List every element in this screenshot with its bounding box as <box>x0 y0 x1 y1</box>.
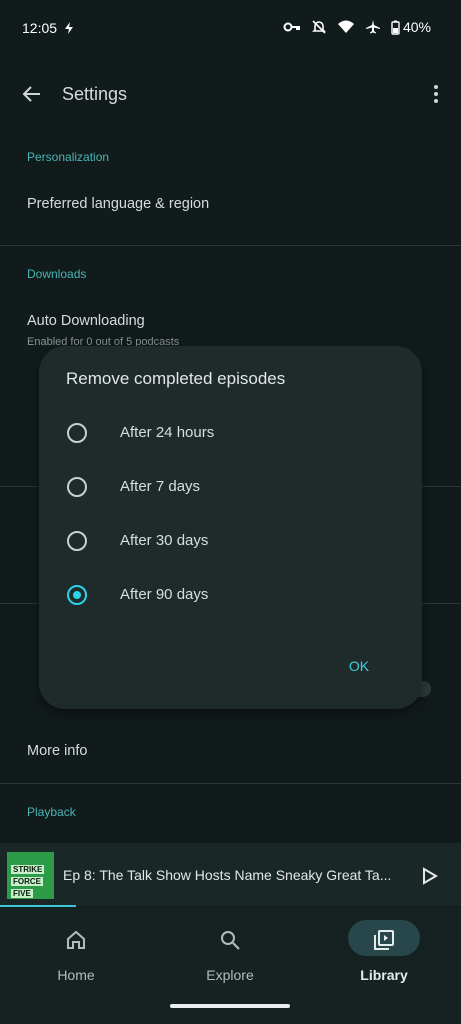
remove-episodes-dialog: Remove completed episodes After 24 hours… <box>39 346 422 709</box>
status-time: 12:05 <box>22 20 58 36</box>
radio-button[interactable] <box>67 423 87 443</box>
more-vert-icon[interactable] <box>424 82 448 106</box>
notifications-off-icon <box>312 20 326 34</box>
section-downloads: Downloads <box>27 267 87 281</box>
section-playback: Playback <box>27 805 76 819</box>
status-bar: 12:05 40% <box>0 0 461 60</box>
status-icons: 40% <box>283 19 431 35</box>
home-indicator[interactable] <box>170 1004 290 1008</box>
signal-icon <box>65 22 73 34</box>
option-90-days[interactable]: After 90 days <box>39 570 422 624</box>
battery: 40% <box>391 19 431 35</box>
option-label: After 7 days <box>120 478 201 495</box>
mini-player[interactable]: STRIKE FORCE FIVE Ep 8: The Talk Show Ho… <box>0 843 461 906</box>
divider <box>0 245 461 246</box>
preferred-language-row[interactable]: Preferred language & region <box>27 196 209 212</box>
search-icon[interactable] <box>218 928 242 952</box>
divider <box>0 783 461 784</box>
ok-button[interactable]: OK <box>337 652 381 680</box>
nav-explore-label[interactable]: Explore <box>180 967 280 983</box>
home-icon[interactable] <box>64 928 88 952</box>
option-label: After 90 days <box>120 586 209 603</box>
dialog-title: Remove completed episodes <box>66 369 286 388</box>
airplane-icon <box>365 20 380 34</box>
nav-library-label[interactable]: Library <box>334 967 434 983</box>
option-30-days[interactable]: After 30 days <box>39 516 422 570</box>
option-label: After 24 hours <box>120 424 215 441</box>
auto-downloading-row[interactable]: Auto Downloading <box>27 313 145 329</box>
battery-level: 40% <box>402 19 431 35</box>
artwork-text: STRIKE <box>11 865 45 874</box>
app-bar: Settings <box>0 70 461 118</box>
option-24-hours[interactable]: After 24 hours <box>39 408 422 462</box>
page-title: Settings <box>62 84 128 104</box>
artwork-text: FIVE <box>11 889 33 898</box>
library-icon[interactable] <box>372 928 396 952</box>
back-arrow-icon[interactable] <box>20 82 44 106</box>
radio-button[interactable] <box>67 531 87 551</box>
option-7-days[interactable]: After 7 days <box>39 462 422 516</box>
section-personalization: Personalization <box>27 150 110 164</box>
radio-button-selected[interactable] <box>67 585 87 605</box>
more-info-row[interactable]: More info <box>27 743 87 759</box>
nav-home-label[interactable]: Home <box>26 967 126 983</box>
battery-icon <box>391 20 400 35</box>
podcast-artwork: STRIKE FORCE FIVE <box>7 852 54 899</box>
vpn-key-icon <box>283 22 300 32</box>
option-label: After 30 days <box>120 532 209 549</box>
radio-button[interactable] <box>67 477 87 497</box>
play-icon[interactable] <box>418 865 440 887</box>
wifi-icon <box>337 20 354 33</box>
episode-title: Ep 8: The Talk Show Hosts Name Sneaky Gr… <box>63 867 392 883</box>
artwork-text: FORCE <box>11 877 43 886</box>
